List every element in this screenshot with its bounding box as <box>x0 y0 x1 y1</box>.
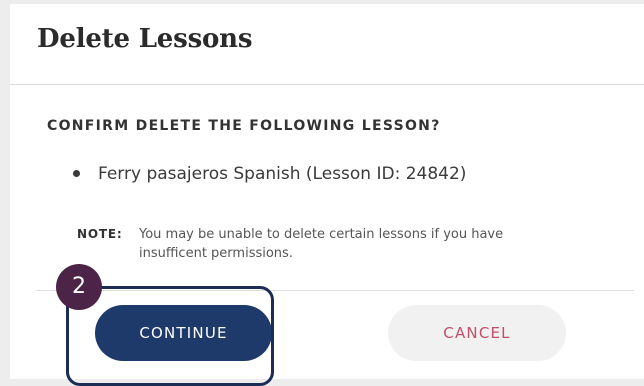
cancel-button[interactable]: CANCEL <box>388 305 566 361</box>
lesson-label: Ferry pasajeros Spanish (Lesson ID: 2484… <box>98 164 467 184</box>
step-number-badge: 2 <box>56 264 102 310</box>
confirm-heading: CONFIRM DELETE THE FOLLOWING LESSON? <box>47 118 441 134</box>
dialog-title: Delete Lessons <box>37 24 253 54</box>
permission-note: NOTE: You may be unable to delete certai… <box>77 225 547 263</box>
note-label: NOTE: <box>77 227 123 241</box>
lesson-list: Ferry pasajeros Spanish (Lesson ID: 2484… <box>66 162 466 186</box>
dialog-header: Delete Lessons <box>10 4 644 85</box>
note-text: You may be unable to delete certain less… <box>139 227 504 261</box>
bullet-icon <box>73 170 80 177</box>
list-item: Ferry pasajeros Spanish (Lesson ID: 2484… <box>66 162 466 186</box>
